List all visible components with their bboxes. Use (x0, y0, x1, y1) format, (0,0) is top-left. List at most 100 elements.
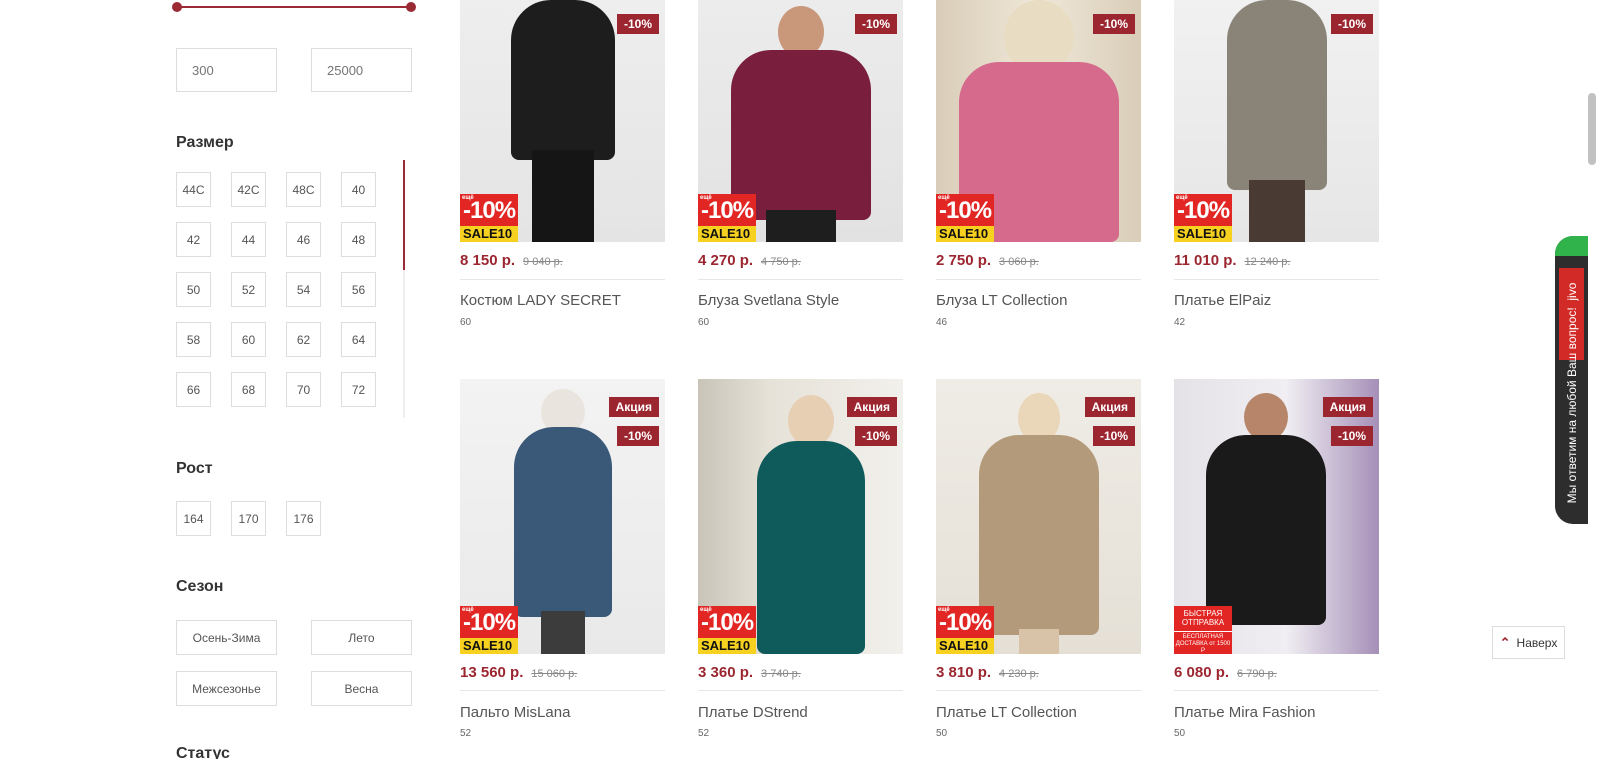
discount-badge: -10% (1330, 426, 1373, 446)
chat-widget-label: Мы ответим на любой Ваш вопрос! jivo (1564, 282, 1579, 504)
size-option[interactable]: 60 (231, 322, 266, 357)
product-name[interactable]: Костюм LADY SECRET (460, 292, 621, 309)
discount-badge: -10% (854, 14, 897, 34)
price-row: 2 750 р. 3 060 р. (936, 252, 1039, 269)
discount-badge: -10% (1092, 14, 1135, 34)
product-image[interactable]: -10% ещё -10% SALE10 (936, 0, 1141, 242)
price-inputs (176, 48, 412, 92)
product-name[interactable]: Пальто MisLana (460, 704, 570, 721)
size-option[interactable]: 48 (341, 222, 376, 257)
height-option[interactable]: 176 (286, 501, 321, 536)
season-option[interactable]: Лето (311, 620, 412, 655)
size-option[interactable]: 50 (176, 272, 211, 307)
size-option[interactable]: 42 (176, 222, 211, 257)
product-name[interactable]: Блуза Svetlana Style (698, 292, 839, 309)
current-price: 6 080 р. (1174, 664, 1230, 681)
size-option[interactable]: 70 (286, 372, 321, 407)
promo-badge: Акция (1322, 397, 1373, 417)
size-list-scroll-thumb[interactable] (403, 160, 405, 270)
sale-promo-label: ещё -10% SALE10 (1174, 194, 1232, 242)
fast-shipping-label: БЫСТРАЯ ОТПРАВКА БЕСПЛАТНАЯ ДОСТАВКА от … (1174, 606, 1232, 654)
price-row: 6 080 р. 6 790 р. (1174, 664, 1277, 681)
product-image[interactable]: -10% ещё -10% SALE10 (460, 0, 665, 242)
price-min-input[interactable] (176, 48, 277, 92)
product-image[interactable]: Акция -10% ещё -10% SALE10 (460, 379, 665, 654)
product-name[interactable]: Платье LT Collection (936, 704, 1077, 721)
back-to-top-button[interactable]: ⌃ Наверх (1492, 626, 1565, 659)
price-range-slider[interactable] (172, 2, 416, 12)
size-option[interactable]: 52 (231, 272, 266, 307)
old-price: 3 740 р. (761, 668, 801, 680)
height-option[interactable]: 170 (231, 501, 266, 536)
size-option[interactable]: 72 (341, 372, 376, 407)
season-options: Осень-Зима Лето Межсезонье Весна (176, 620, 412, 706)
product-size: 50 (1174, 728, 1186, 739)
promo-badge: Акция (608, 397, 659, 417)
product-image[interactable]: Акция -10% ещё -10% SALE10 (698, 379, 903, 654)
product-image[interactable]: Акция -10% ещё -10% SALE10 (936, 379, 1141, 654)
price-max-input[interactable] (311, 48, 412, 92)
old-price: 4 230 р. (999, 668, 1039, 680)
height-filter-title: Рост (176, 460, 213, 477)
product-image[interactable]: -10% ещё -10% SALE10 (1174, 0, 1379, 242)
old-price: 15 060 р. (531, 668, 578, 680)
size-option[interactable]: 66 (176, 372, 211, 407)
size-option[interactable]: 58 (176, 322, 211, 357)
price-row: 11 010 р. 12 240 р. (1174, 252, 1290, 269)
size-option[interactable]: 44С (176, 172, 211, 207)
product-name[interactable]: Платье Mira Fashion (1174, 704, 1315, 721)
price-range-track (176, 6, 412, 8)
promo-badge: Акция (1084, 397, 1135, 417)
size-option[interactable]: 64 (341, 322, 376, 357)
sale-promo-label: ещё -10% SALE10 (698, 194, 756, 242)
sale-promo-label: ещё -10% SALE10 (936, 194, 994, 242)
old-price: 9 040 р. (523, 256, 563, 268)
sale-promo-label: ещё -10% SALE10 (460, 606, 518, 654)
size-option[interactable]: 44 (231, 222, 266, 257)
product-size: 50 (936, 728, 948, 739)
size-option[interactable]: 54 (286, 272, 321, 307)
sale-promo-label: ещё -10% SALE10 (936, 606, 994, 654)
product-size: 52 (698, 728, 710, 739)
chevron-up-icon: ⌃ (1499, 634, 1511, 650)
season-option[interactable]: Осень-Зима (176, 620, 277, 655)
price-row: 3 360 р. 3 740 р. (698, 664, 801, 681)
old-price: 6 790 р. (1237, 668, 1277, 680)
sale-promo-label: ещё -10% SALE10 (460, 194, 518, 242)
status-filter-title: Статус (176, 745, 230, 759)
size-option[interactable]: 46 (286, 222, 321, 257)
size-option[interactable]: 42С (231, 172, 266, 207)
product-name[interactable]: Платье ElPaiz (1174, 292, 1271, 309)
discount-badge: -10% (1092, 426, 1135, 446)
discount-badge: -10% (1330, 14, 1373, 34)
price-row: 8 150 р. 9 040 р. (460, 252, 563, 269)
product-image[interactable]: Акция -10% БЫСТРАЯ ОТПРАВКА БЕСПЛАТНАЯ Д… (1174, 379, 1379, 654)
chat-widget-label-wrap[interactable]: Мы ответим на любой Ваш вопрос! jivo (1556, 268, 1587, 518)
page-scrollbar-thumb[interactable] (1588, 93, 1596, 165)
product-image[interactable]: -10% ещё -10% SALE10 (698, 0, 903, 242)
product-size: 46 (936, 317, 948, 328)
size-option[interactable]: 68 (231, 372, 266, 407)
old-price: 3 060 р. (999, 256, 1039, 268)
size-options: 44С 42С 48С 40 42 44 46 48 50 52 54 56 5… (176, 172, 382, 407)
season-option[interactable]: Межсезонье (176, 671, 277, 706)
price-range-min-handle[interactable] (172, 2, 182, 12)
current-price: 3 360 р. (698, 664, 754, 681)
season-option[interactable]: Весна (311, 671, 412, 706)
size-option[interactable]: 48С (286, 172, 321, 207)
product-name[interactable]: Блуза LT Collection (936, 292, 1067, 309)
product-name[interactable]: Платье DStrend (698, 704, 808, 721)
old-price: 4 750 р. (761, 256, 801, 268)
size-option[interactable]: 40 (341, 172, 376, 207)
catalog-page: Размер 44С 42С 48С 40 42 44 46 48 50 52 … (0, 0, 1600, 759)
size-option[interactable]: 62 (286, 322, 321, 357)
height-options: 164 170 176 (176, 501, 321, 536)
discount-badge: -10% (616, 14, 659, 34)
height-option[interactable]: 164 (176, 501, 211, 536)
price-range-max-handle[interactable] (406, 2, 416, 12)
size-list-scrollbar[interactable] (403, 160, 405, 418)
discount-badge: -10% (616, 426, 659, 446)
price-row: 4 270 р. 4 750 р. (698, 252, 801, 269)
current-price: 4 270 р. (698, 252, 754, 269)
size-option[interactable]: 56 (341, 272, 376, 307)
